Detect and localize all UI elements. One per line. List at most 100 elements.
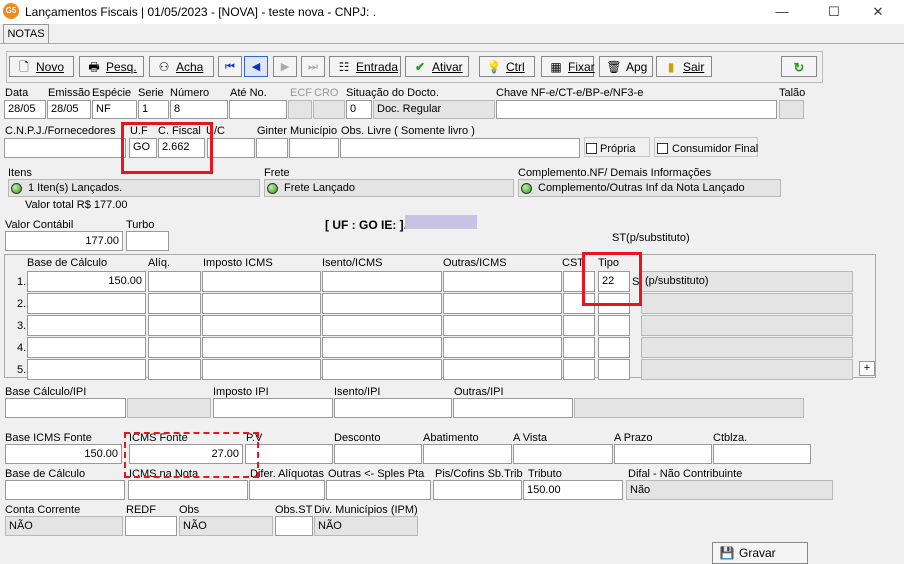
isento-icms-cell[interactable] xyxy=(322,337,442,358)
base-icms-fonte-field[interactable]: 150.00 xyxy=(5,444,122,464)
aliq-cell[interactable] xyxy=(148,337,201,358)
outras-icms-cell[interactable] xyxy=(443,293,562,314)
valor-contabil-field[interactable]: 177.00 xyxy=(5,231,123,251)
isento-icms-cell[interactable] xyxy=(322,315,442,336)
consumidor-final-checkbox[interactable] xyxy=(657,143,668,154)
a-vista-field[interactable] xyxy=(513,444,613,464)
acha-button[interactable]: ⚇ Acha xyxy=(149,56,214,77)
aliq-cell[interactable] xyxy=(148,271,201,292)
base-calculo-field[interactable] xyxy=(5,480,125,500)
outras-spl-field[interactable] xyxy=(326,480,431,500)
add-row-button[interactable]: + xyxy=(859,361,875,376)
maximize-button[interactable]: ☐ xyxy=(814,2,854,22)
especie-field[interactable]: NF xyxy=(92,100,137,119)
calculator-icon: ▦ xyxy=(550,60,562,74)
imposto-ipi-field[interactable] xyxy=(213,398,333,418)
fixar-button[interactable]: ▦ Fixar xyxy=(541,56,595,77)
redf-field[interactable] xyxy=(125,516,177,536)
base-ipi-field[interactable] xyxy=(5,398,126,418)
refresh-button[interactable]: ↻ xyxy=(781,56,817,77)
apg-button[interactable]: 🗑 Apg xyxy=(599,56,653,77)
ecf-field xyxy=(288,100,312,119)
ctrl-button[interactable]: 💡 Ctrl xyxy=(479,56,535,77)
frete-status[interactable]: Frete Lançado xyxy=(264,179,514,197)
nav-last-button[interactable]: ⏭ xyxy=(301,56,325,77)
div-municipios-label: Div. Municípios (IPM) xyxy=(314,504,418,516)
pesq-button[interactable]: 🖶 Pesq. xyxy=(79,56,144,77)
aliq-cell[interactable] xyxy=(148,359,201,380)
a-prazo-field[interactable] xyxy=(614,444,712,464)
obs-livre-field[interactable] xyxy=(340,138,580,158)
difer-aliquotas-field[interactable] xyxy=(249,480,325,500)
ginter-label: Ginter xyxy=(257,125,287,137)
complemento-status[interactable]: Complemento/Outras Inf da Nota Lançado xyxy=(518,179,781,197)
ate-no-field[interactable] xyxy=(229,100,287,119)
cst-cell[interactable] xyxy=(563,359,595,380)
ativar-button[interactable]: ✔ Ativar xyxy=(405,56,469,77)
serie-label: Serie xyxy=(138,87,164,99)
outras-icms-cell[interactable] xyxy=(443,337,562,358)
numero-field[interactable]: 8 xyxy=(170,100,228,119)
icms-na-nota-field[interactable] xyxy=(128,480,248,500)
cst-cell[interactable] xyxy=(563,337,595,358)
cst-cell[interactable] xyxy=(563,315,595,336)
imposto-icms-cell[interactable] xyxy=(202,359,321,380)
obs-st-field[interactable] xyxy=(275,516,313,536)
isento-icms-cell[interactable] xyxy=(322,293,442,314)
imposto-icms-cell[interactable] xyxy=(202,271,321,292)
serie-field[interactable]: 1 xyxy=(138,100,169,119)
emissao-field[interactable]: 28/05 xyxy=(47,100,91,119)
uc-field[interactable] xyxy=(207,138,255,158)
tributo-field[interactable]: 150.00 xyxy=(523,480,623,500)
base-calculo-cell[interactable]: 150.00 xyxy=(27,271,146,292)
chave-field[interactable] xyxy=(496,100,777,119)
outras-ipi-field[interactable] xyxy=(453,398,573,418)
aliq-cell[interactable] xyxy=(148,293,201,314)
row-number: 2. xyxy=(17,298,27,310)
aliq-cell[interactable] xyxy=(148,315,201,336)
sair-button[interactable]: ▮ Sair xyxy=(656,56,712,77)
outras-icms-cell[interactable] xyxy=(443,271,562,292)
nav-next-button[interactable]: ▶ xyxy=(273,56,297,77)
minimize-button[interactable]: — xyxy=(762,2,802,22)
situacao-code-field[interactable]: 0 xyxy=(346,100,372,119)
data-field[interactable]: 28/05 xyxy=(4,100,46,119)
isento-ipi-field[interactable] xyxy=(334,398,452,418)
imposto-icms-cell[interactable] xyxy=(202,315,321,336)
obs-st-label: Obs.ST xyxy=(275,504,313,516)
isento-icms-cell[interactable] xyxy=(322,359,442,380)
base-calculo-cell[interactable] xyxy=(27,337,146,358)
imposto-icms-cell[interactable] xyxy=(202,293,321,314)
desconto-field[interactable] xyxy=(334,444,422,464)
itens-status[interactable]: 1 Iten(s) Lançados. xyxy=(8,179,260,197)
row-number: 5. xyxy=(17,364,27,376)
gravar-button[interactable]: 💾 Gravar xyxy=(712,542,808,564)
outras-icms-cell[interactable] xyxy=(443,359,562,380)
entrada-button[interactable]: ☷ Entrada xyxy=(329,56,401,77)
cnpj-field[interactable] xyxy=(4,138,126,158)
situacao-label: Situação do Docto. xyxy=(346,87,439,99)
pis-cofins-field[interactable] xyxy=(433,480,522,500)
novo-button[interactable]: 🗋 Novo xyxy=(9,56,74,77)
tipo-cell[interactable] xyxy=(598,315,630,336)
tab-notas[interactable]: NOTAS xyxy=(3,24,49,43)
turbo-field[interactable] xyxy=(126,231,169,251)
tipo-cell[interactable] xyxy=(598,337,630,358)
difal-field: Não xyxy=(626,480,833,500)
abatimento-field[interactable] xyxy=(423,444,512,464)
isento-icms-cell[interactable] xyxy=(322,271,442,292)
tipo-cell[interactable] xyxy=(598,359,630,380)
base-calculo-cell[interactable] xyxy=(27,359,146,380)
ctblza-field[interactable] xyxy=(713,444,811,464)
base-calculo-cell[interactable] xyxy=(27,293,146,314)
ginter-field[interactable] xyxy=(256,138,288,158)
municipio-field[interactable] xyxy=(289,138,339,158)
nav-first-button[interactable]: ⏮ xyxy=(218,56,242,77)
close-button[interactable]: ✕ xyxy=(858,2,898,22)
outras-icms-cell[interactable] xyxy=(443,315,562,336)
imposto-icms-cell[interactable] xyxy=(202,337,321,358)
base-calculo-cell[interactable] xyxy=(27,315,146,336)
nav-prev-button[interactable]: ◀ xyxy=(244,56,268,77)
propria-checkbox[interactable] xyxy=(586,143,597,154)
cst-header: CST xyxy=(562,257,584,269)
